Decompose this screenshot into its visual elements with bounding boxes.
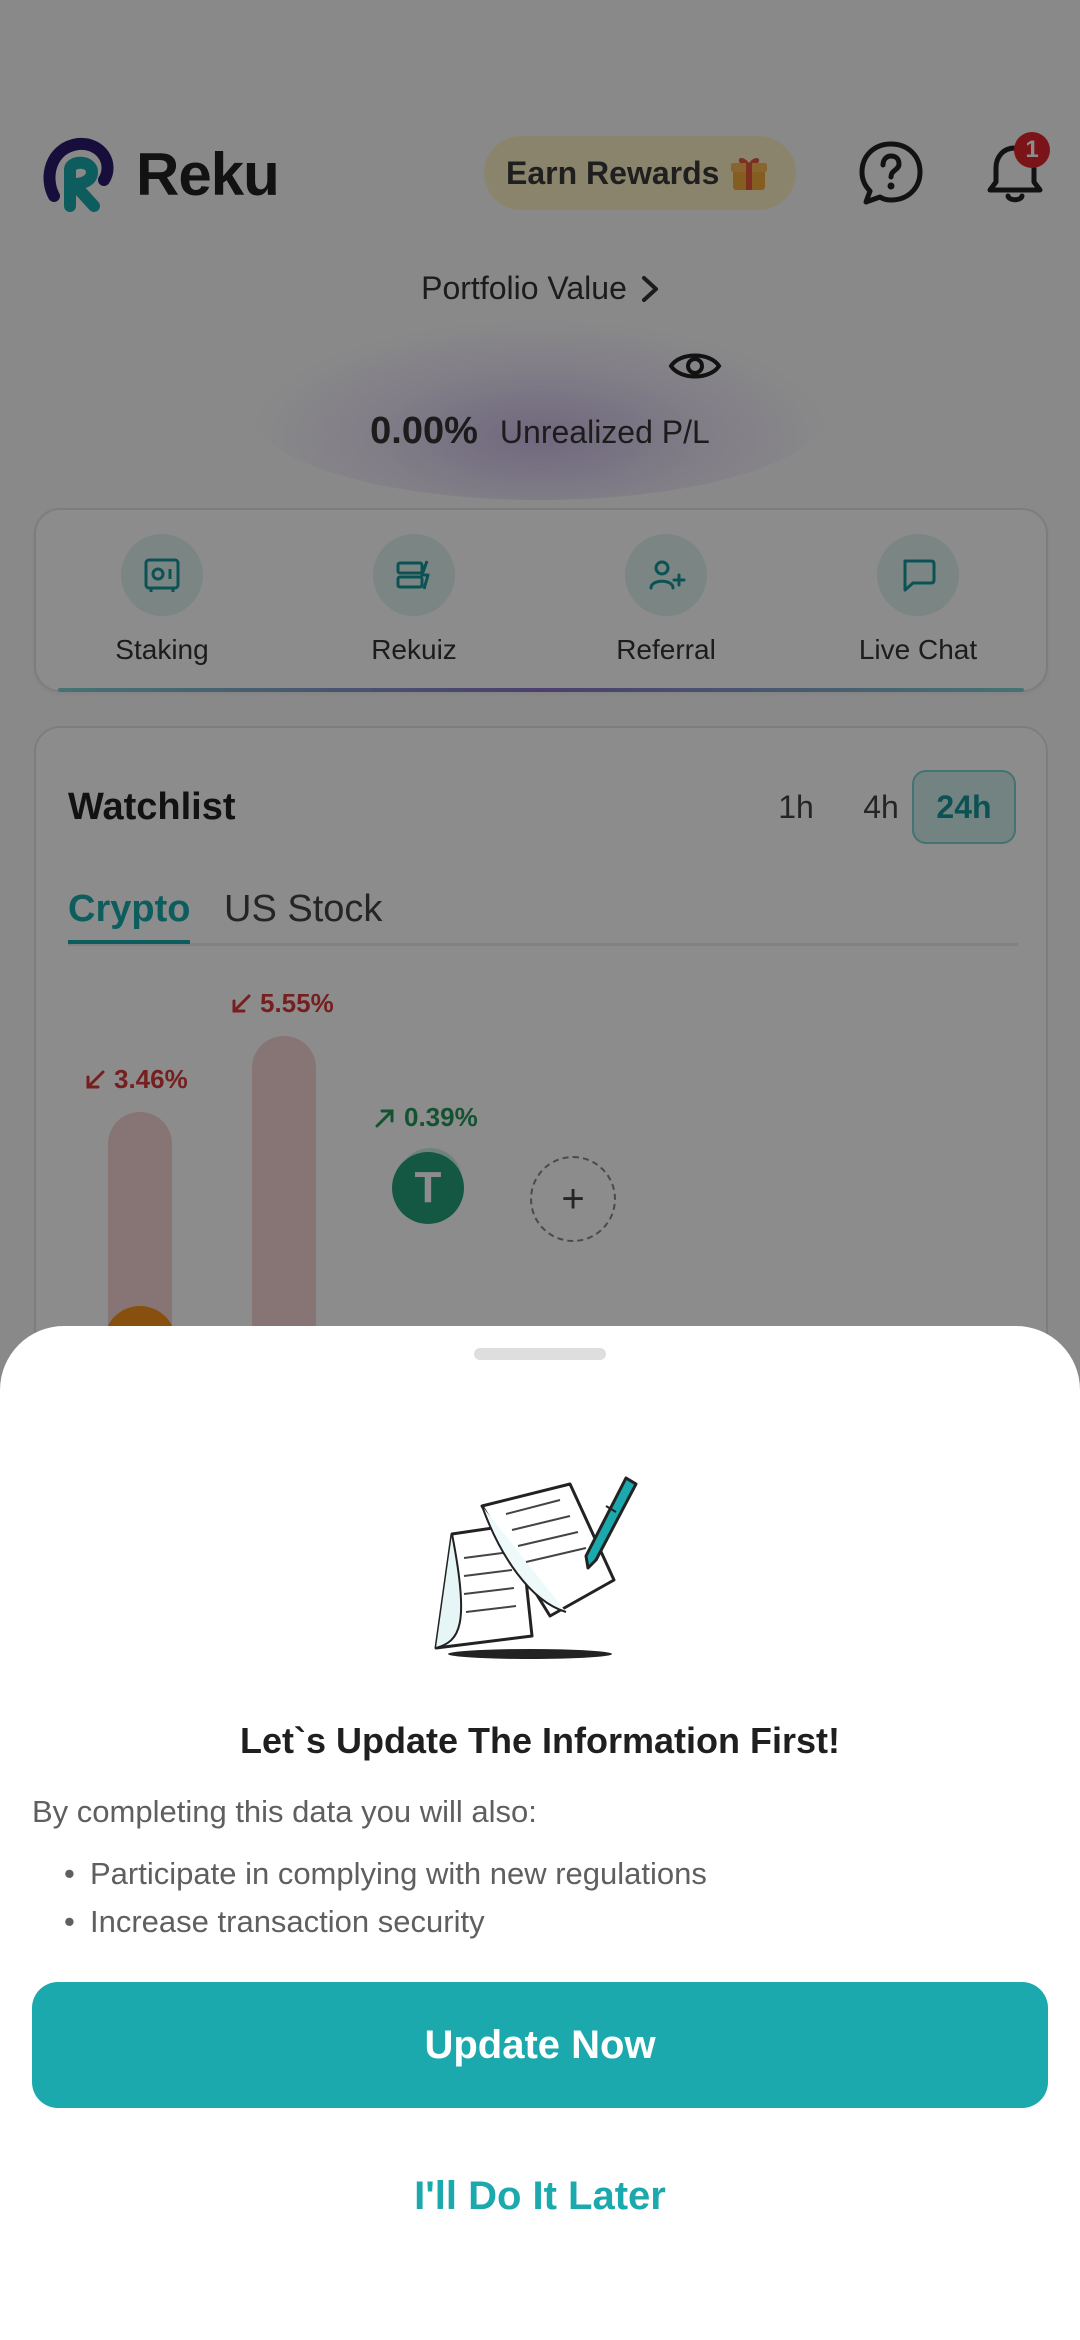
drag-handle[interactable] — [474, 1348, 606, 1360]
list-item: Participate in complying with new regula… — [64, 1850, 707, 1898]
sheet-title: Let`s Update The Information First! — [239, 1720, 840, 1761]
update-now-button[interactable]: Update Now — [32, 1982, 1048, 2108]
update-info-bottom-sheet: Let`s Update The Information First! By c… — [0, 1326, 1080, 2340]
sheet-intro: By completing this data you will also: — [32, 1794, 537, 1829]
do-it-later-button[interactable]: I'll Do It Later — [340, 2156, 740, 2236]
benefits-list: Participate in complying with new regula… — [64, 1850, 707, 1946]
list-item: Increase transaction security — [64, 1898, 707, 1946]
documents-pen-illustration — [434, 1476, 638, 1659]
